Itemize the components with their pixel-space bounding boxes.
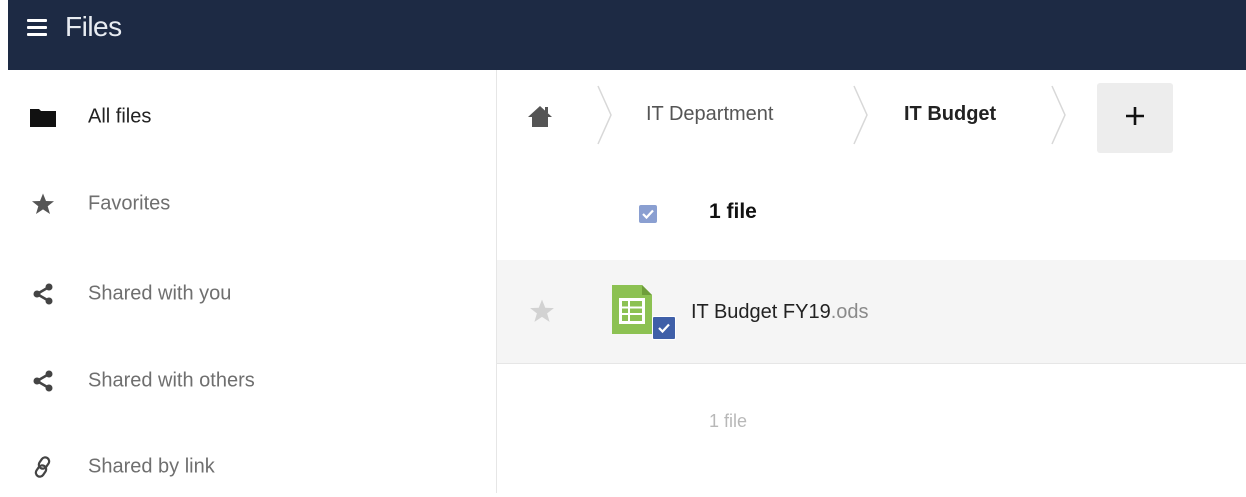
star-icon	[30, 192, 56, 216]
hamburger-icon[interactable]	[27, 17, 49, 39]
share-icon	[30, 369, 56, 393]
table-row[interactable]: IT Budget FY19.ods	[497, 260, 1246, 364]
add-button[interactable]	[1097, 83, 1173, 153]
home-icon[interactable]	[527, 104, 553, 128]
file-count-summary: 1 file	[709, 411, 748, 431]
sidebar-item-label: Shared with others	[88, 369, 255, 392]
breadcrumb-separator	[853, 85, 868, 145]
sidebar-item-shared-with-others[interactable]: Shared with others	[0, 351, 496, 411]
sidebar-item-all-files[interactable]: All files	[0, 87, 496, 147]
selected-count: 1 file	[709, 200, 757, 223]
app-title: Files	[65, 11, 122, 42]
file-name[interactable]: IT Budget FY19.ods	[691, 301, 869, 324]
favorite-star-icon[interactable]	[529, 298, 555, 324]
breadcrumb-separator	[597, 85, 612, 145]
file-extension: .ods	[830, 301, 869, 323]
breadcrumb-separator	[1051, 85, 1066, 145]
share-icon	[30, 282, 56, 306]
plus-icon	[1125, 106, 1145, 131]
sidebar-item-label: Shared with you	[88, 282, 232, 305]
file-basename: IT Budget FY19	[691, 301, 831, 323]
sidebar-item-label: Favorites	[88, 192, 171, 215]
file-select-checkbox[interactable]	[652, 316, 676, 340]
link-icon	[30, 455, 56, 479]
select-all-checkbox[interactable]	[639, 205, 657, 223]
top-bar: Files	[8, 0, 1246, 70]
sidebar-item-label: Shared by link	[88, 455, 215, 478]
spreadsheet-icon	[612, 285, 652, 334]
breadcrumb-item-it-budget[interactable]: IT Budget	[904, 103, 996, 126]
sidebar: All files Favorites Shared with you Shar…	[0, 70, 497, 493]
folder-icon	[30, 105, 56, 129]
main-content: IT Department IT Budget 1 file IT Budget…	[497, 70, 1246, 493]
sidebar-item-shared-with-you[interactable]: Shared with you	[0, 264, 496, 324]
sidebar-item-shared-by-link[interactable]: Shared by link	[0, 437, 496, 497]
breadcrumb-item-it-department[interactable]: IT Department	[646, 103, 773, 126]
sidebar-item-label: All files	[88, 105, 152, 128]
sidebar-item-favorites[interactable]: Favorites	[0, 174, 496, 234]
file-list-header: 1 file	[497, 180, 1246, 250]
